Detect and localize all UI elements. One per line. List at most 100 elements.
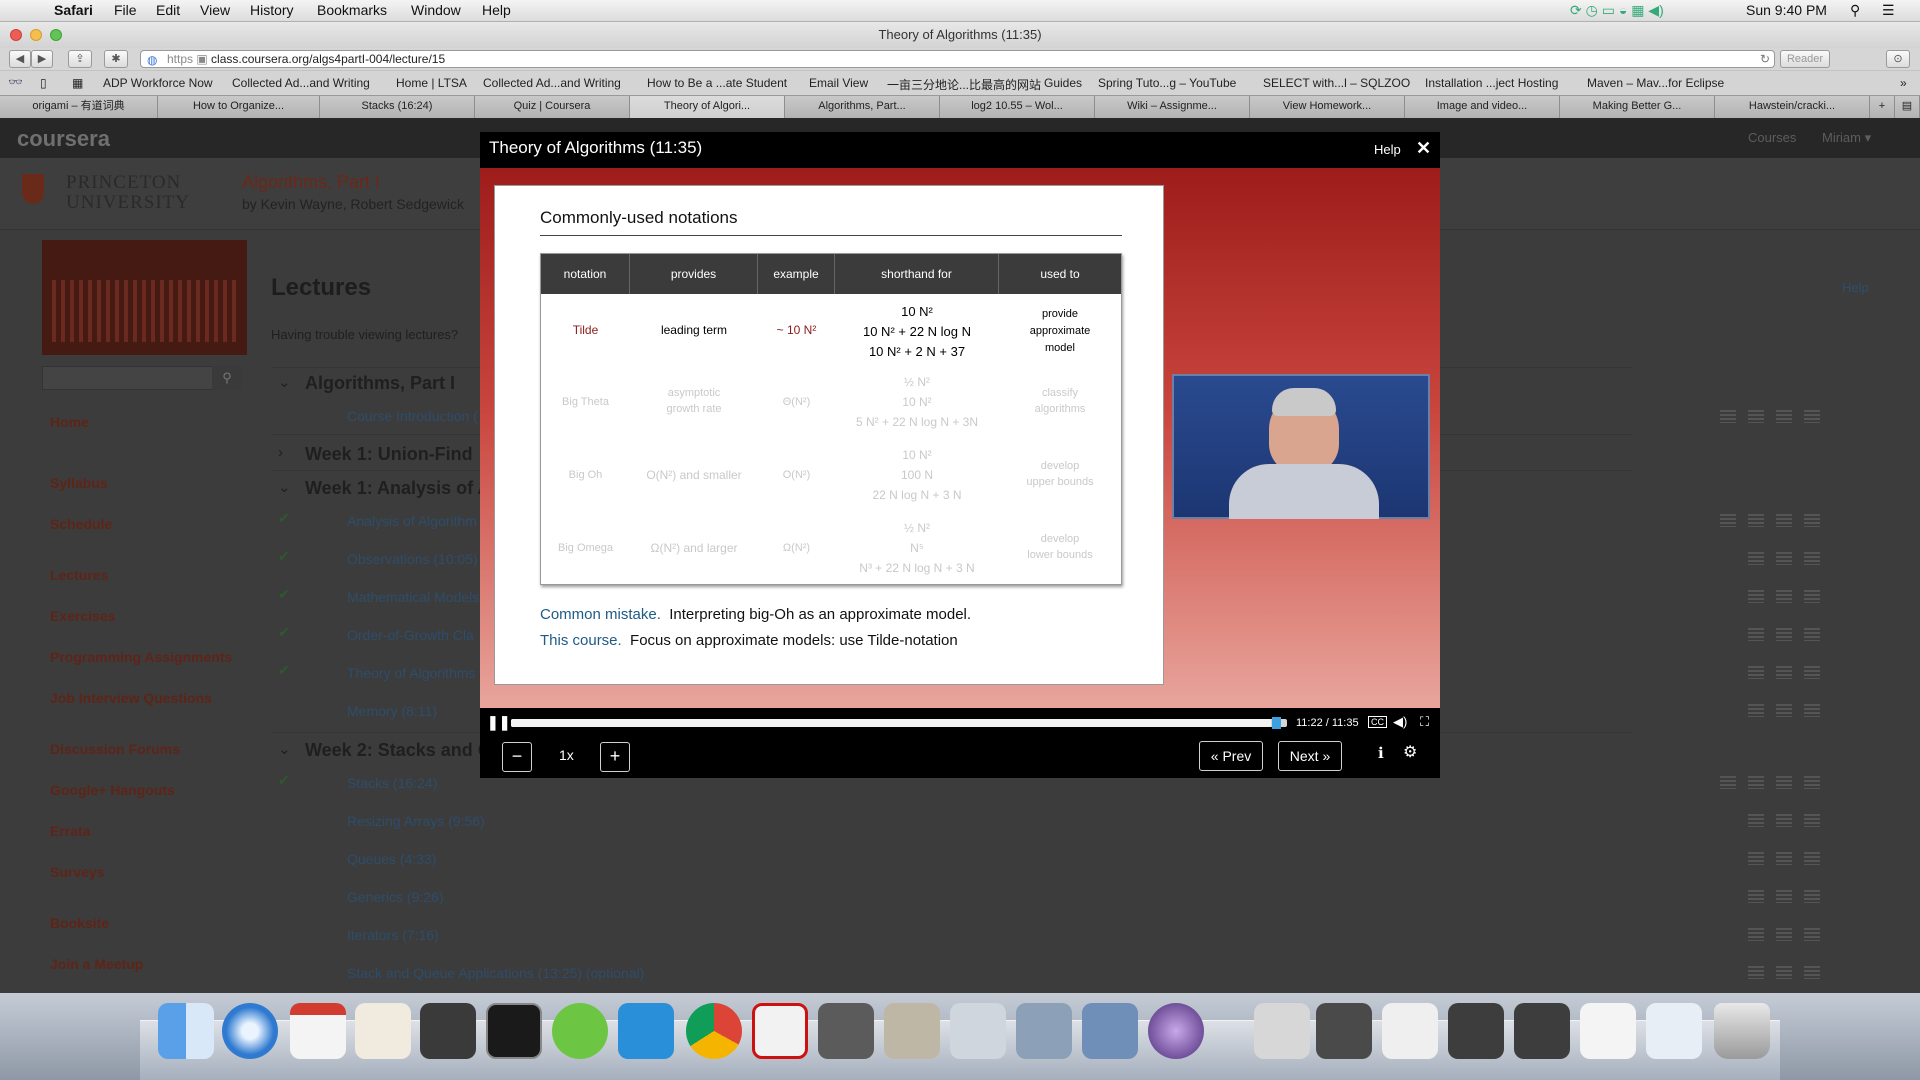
activity-monitor-icon[interactable] <box>818 1003 874 1059</box>
brackets-editor-icon[interactable] <box>552 1003 608 1059</box>
share-icon[interactable]: ⇪ <box>68 50 92 68</box>
menu-window[interactable]: Window <box>411 2 461 18</box>
lecture-link[interactable]: Stack and Queue Applications (13:25) (op… <box>347 965 644 981</box>
sidebar-item-programming-assignments[interactable]: Programming Assignments <box>50 649 232 665</box>
eclipse-icon[interactable] <box>1148 1003 1204 1059</box>
course-title[interactable]: Algorithms, Part I <box>242 172 380 193</box>
next-lecture-button[interactable]: Next » <box>1278 741 1342 771</box>
zoom-window-button[interactable] <box>50 29 62 41</box>
lecture-link[interactable]: Course Introduction ( <box>347 408 478 424</box>
tab[interactable]: Image and video... <box>1405 96 1560 118</box>
bookmark-item[interactable]: Home | LTSA <box>396 76 467 90</box>
sidebar-item-booksite[interactable]: Booksite <box>50 915 109 931</box>
menu-file[interactable]: File <box>114 2 137 18</box>
prev-lecture-button[interactable]: « Prev <box>1199 741 1263 771</box>
tab[interactable]: View Homework... <box>1250 96 1405 118</box>
modal-help-link[interactable]: Help <box>1374 142 1401 157</box>
menu-view[interactable]: View <box>200 2 230 18</box>
speed-decrease-button[interactable]: − <box>502 742 532 772</box>
address-bar[interactable]: ◍ https ▣ class.coursera.org/algs4partI-… <box>140 50 1775 68</box>
bookmark-item[interactable]: Installation ...ject Hosting <box>1425 76 1558 90</box>
lecture-search-input[interactable] <box>42 366 240 390</box>
lecture-resource-icons[interactable] <box>1720 408 1820 426</box>
calendar-icon[interactable] <box>290 1003 346 1059</box>
chevron-right-icon[interactable]: › <box>278 444 283 461</box>
bookmark-item[interactable]: Collected Ad...and Writing <box>232 76 370 90</box>
notification-center-icon[interactable]: ☰ <box>1882 2 1895 19</box>
forward-button[interactable]: ▶ <box>31 50 53 68</box>
minimized-window-icon[interactable] <box>1514 1003 1570 1059</box>
sidebar-item-exercises[interactable]: Exercises <box>50 608 115 624</box>
lecture-resource-icons[interactable] <box>1720 588 1820 606</box>
bookmark-item[interactable]: 一亩三分地论...比最高的网站 <box>887 76 1041 93</box>
lecture-resource-icons[interactable] <box>1720 664 1820 682</box>
tab[interactable]: Stacks (16:24) <box>320 96 475 118</box>
minimized-window-icon[interactable] <box>1448 1003 1504 1059</box>
new-tab-button[interactable]: + <box>1870 96 1895 118</box>
tab-overview-icon[interactable]: ▤ <box>1895 96 1920 118</box>
bookmark-item[interactable]: Guides <box>1044 76 1082 90</box>
xcode-icon[interactable] <box>1082 1003 1138 1059</box>
back-button[interactable]: ◀ <box>9 50 31 68</box>
minimize-window-button[interactable] <box>30 29 42 41</box>
bookmark-item[interactable]: ADP Workforce Now <box>103 76 213 90</box>
chevron-down-icon[interactable]: ⌄ <box>278 373 291 391</box>
lecture-link[interactable]: Iterators (7:16) <box>347 927 439 943</box>
close-icon[interactable]: ✕ <box>1416 138 1431 159</box>
tab-active[interactable]: Theory of Algori... <box>630 96 785 118</box>
sidebar-item-schedule[interactable]: Schedule <box>50 516 112 532</box>
lecture-link[interactable]: Observations (10:05) <box>347 551 478 567</box>
lecture-link[interactable]: Stacks (16:24) <box>347 775 437 791</box>
tab[interactable]: Hawstein/cracki... <box>1715 96 1870 118</box>
lecture-resource-icons[interactable] <box>1720 550 1820 568</box>
bookmark-item[interactable]: Spring Tuto...g – YouTube <box>1098 76 1236 90</box>
lecture-resource-icons[interactable] <box>1720 926 1820 944</box>
pause-icon[interactable]: ❚❚ <box>487 714 510 731</box>
lecture-resource-icons[interactable] <box>1720 626 1820 644</box>
menu-app[interactable]: Safari <box>54 2 93 18</box>
download-icon[interactable]: ⊙ <box>1886 50 1910 68</box>
lecture-resource-icons[interactable] <box>1720 512 1820 530</box>
menu-history[interactable]: History <box>250 2 294 18</box>
bookmark-item[interactable]: Maven – Mav...for Eclipse <box>1587 76 1724 90</box>
nav-user[interactable]: Miriam ▾ <box>1822 130 1871 146</box>
tab[interactable]: Wiki – Assignme... <box>1095 96 1250 118</box>
menu-edit[interactable]: Edit <box>156 2 180 18</box>
texshop-icon[interactable] <box>884 1003 940 1059</box>
adobe-reader-icon[interactable] <box>752 1003 808 1059</box>
preview-icon[interactable] <box>1016 1003 1072 1059</box>
lecture-link[interactable]: Order-of-Growth Cla <box>347 627 474 643</box>
document-stack-icon[interactable] <box>1254 1003 1310 1059</box>
sidebar-item-discussion-forums[interactable]: Discussion Forums <box>50 741 180 757</box>
menu-help[interactable]: Help <box>482 2 511 18</box>
bookmark-item[interactable]: Email View <box>809 76 868 90</box>
spotlight-icon[interactable]: ⚲ <box>1850 2 1860 19</box>
minimized-window-icon[interactable] <box>1316 1003 1372 1059</box>
sidebar-item-lectures[interactable]: Lectures <box>50 567 108 583</box>
tab[interactable]: Making Better G... <box>1560 96 1715 118</box>
tab[interactable]: Quiz | Coursera <box>475 96 630 118</box>
sublime-text-icon[interactable] <box>420 1003 476 1059</box>
sidebar-item-job-interview-questions[interactable]: Job Interview Questions <box>50 690 212 706</box>
trash-icon[interactable] <box>1714 1003 1770 1059</box>
lecture-link[interactable]: Analysis of Algorithm <box>347 513 477 529</box>
more-bookmarks-icon[interactable]: » <box>1900 76 1907 90</box>
coursera-logo[interactable]: coursera <box>17 126 110 152</box>
section-title[interactable]: Algorithms, Part I <box>305 373 455 394</box>
top-sites-icon[interactable]: ▦ <box>72 76 83 90</box>
nav-courses[interactable]: Courses <box>1748 130 1796 145</box>
bookmarks-icon[interactable]: ▯ <box>40 76 47 90</box>
section-title[interactable]: Week 2: Stacks and Q <box>305 740 492 761</box>
sidebar-item-google-hangouts[interactable]: Google+ Hangouts <box>50 782 175 798</box>
lecture-link[interactable]: Resizing Arrays (9:56) <box>347 813 485 829</box>
status-icons[interactable]: ⟳ ◷ ▭ ◒ ▦ ◀) <box>1570 2 1664 19</box>
bookmark-item[interactable]: SELECT with...l – SQLZOO <box>1263 76 1410 90</box>
fullscreen-icon[interactable]: ⛶ <box>1420 714 1429 730</box>
search-icon[interactable]: ⚲ <box>212 366 242 390</box>
texmaker-icon[interactable] <box>950 1003 1006 1059</box>
clock[interactable]: Sun 9:40 PM <box>1746 2 1827 18</box>
bookmark-item[interactable]: Collected Ad...and Writing <box>483 76 621 90</box>
lecture-link[interactable]: Memory (8:11) <box>347 703 437 719</box>
chrome-icon[interactable] <box>686 1003 742 1059</box>
minimized-window-icon[interactable] <box>1646 1003 1702 1059</box>
